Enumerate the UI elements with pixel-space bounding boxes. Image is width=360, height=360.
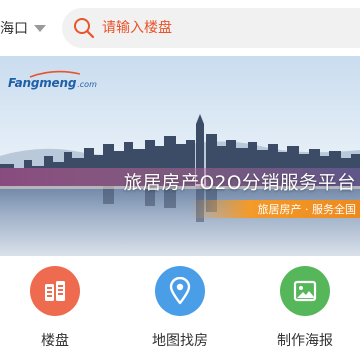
fangmeng-logo: Fangmeng .com: [8, 70, 97, 90]
search-icon: [74, 18, 95, 39]
search-bar[interactable]: [62, 8, 360, 48]
top-bar: 海口: [0, 0, 360, 56]
quick-link-buildings[interactable]: 楼盘: [5, 266, 105, 350]
quick-link-make-poster[interactable]: 制作海报: [255, 266, 355, 350]
logo-swoosh-icon: [29, 70, 81, 78]
image-icon: [280, 266, 330, 316]
logo-text: Fangmeng: [8, 76, 77, 90]
chevron-down-icon: [34, 24, 46, 32]
logo-domain: .com: [77, 80, 97, 89]
quick-link-map-search[interactable]: 地图找房: [130, 266, 230, 350]
search-input[interactable]: [102, 20, 342, 36]
banner-subtitle-ribbon: 旅居房产 · 服务全国: [190, 200, 360, 218]
city-label: 海口: [0, 21, 28, 37]
quick-links: 楼盘 地图找房 制作海报: [0, 256, 360, 360]
quick-link-label: 制作海报: [277, 333, 333, 349]
quick-link-label: 楼盘: [41, 333, 69, 349]
map-pin-icon: [155, 266, 205, 316]
banner-title: 旅居房产O2O分销服务平台: [123, 173, 356, 194]
promo-banner[interactable]: Fangmeng .com 旅居房产O2O分销服务平台 旅居房产 · 服务全国: [0, 56, 360, 256]
banner-subtitle: 旅居房产 · 服务全国: [257, 203, 357, 216]
building-icon: [30, 266, 80, 316]
city-selector[interactable]: 海口: [0, 0, 56, 56]
quick-link-label: 地图找房: [152, 333, 208, 349]
